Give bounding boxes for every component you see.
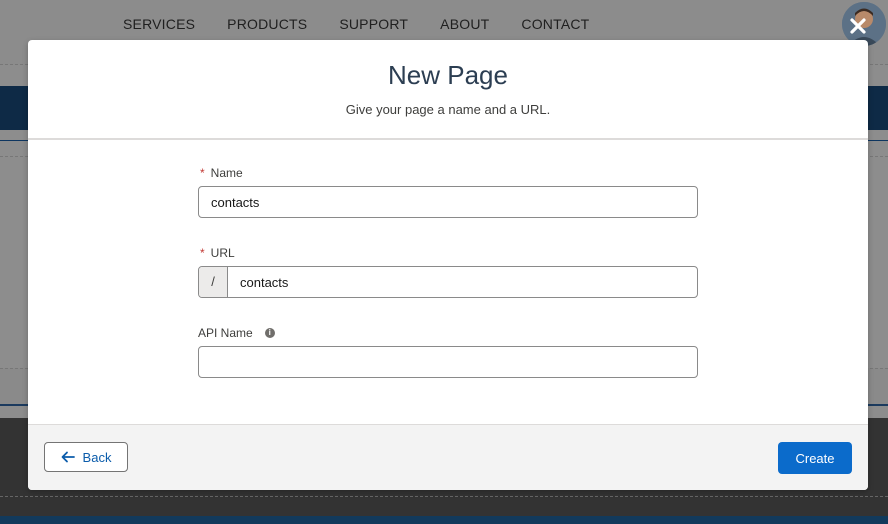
modal-header: New Page Give your page a name and a URL… <box>28 40 868 140</box>
new-page-modal: New Page Give your page a name and a URL… <box>28 40 868 490</box>
modal-subtitle: Give your page a name and a URL. <box>345 102 551 117</box>
create-button-label: Create <box>795 450 835 466</box>
nav-link-services[interactable]: SERVICES <box>123 16 195 32</box>
modal-footer: Back Create <box>28 424 868 490</box>
url-prefix: / <box>199 267 228 297</box>
nav-link-support[interactable]: SUPPORT <box>339 16 408 32</box>
info-icon[interactable]: i <box>264 328 275 338</box>
back-button[interactable]: Back <box>44 442 128 472</box>
name-input[interactable]: contacts <box>198 186 698 218</box>
background-bottom-bar <box>0 516 888 524</box>
name-label: * Name <box>198 166 243 180</box>
url-input-group: / contacts <box>198 266 698 298</box>
required-marker: * <box>200 246 205 260</box>
close-icon <box>850 18 866 34</box>
url-input[interactable]: contacts <box>240 275 288 290</box>
create-button[interactable]: Create <box>778 442 852 474</box>
close-button[interactable] <box>848 16 868 36</box>
back-button-label: Back <box>82 449 112 465</box>
url-label-text: URL <box>210 246 235 260</box>
api-name-label: API Name i <box>198 326 275 340</box>
name-input-value: contacts <box>211 195 260 210</box>
background-divider <box>0 496 888 497</box>
api-name-input[interactable] <box>198 346 698 378</box>
required-marker: * <box>200 166 205 180</box>
url-label: * URL <box>198 246 235 260</box>
name-label-text: Name <box>210 166 243 180</box>
nav-link-products[interactable]: PRODUCTS <box>227 16 307 32</box>
api-name-label-text: API Name <box>198 326 253 340</box>
nav-link-contact[interactable]: CONTACT <box>521 16 589 32</box>
background-nav-links: SERVICES PRODUCTS SUPPORT ABOUT CONTACT <box>123 16 621 32</box>
arrow-left-icon <box>61 451 75 463</box>
nav-link-about[interactable]: ABOUT <box>440 16 489 32</box>
modal-title: New Page <box>388 60 508 90</box>
